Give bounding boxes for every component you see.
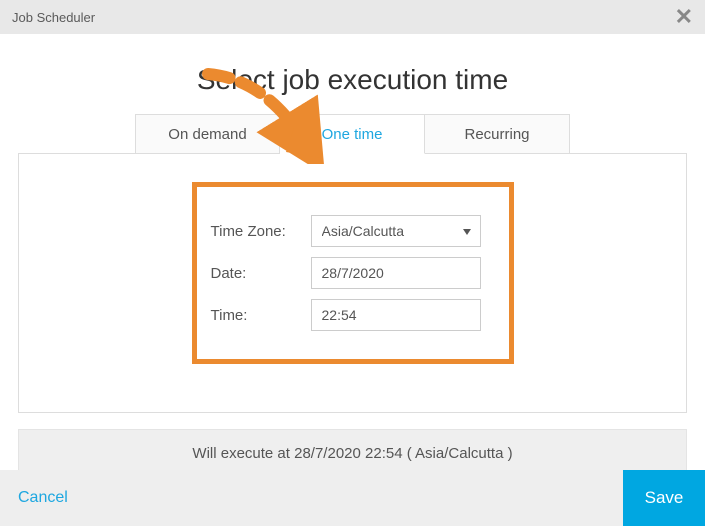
dialog-title: Job Scheduler bbox=[12, 10, 95, 25]
save-button[interactable]: Save bbox=[623, 470, 705, 526]
tab-label: Recurring bbox=[464, 126, 529, 143]
status-text: Will execute at 28/7/2020 22:54 ( Asia/C… bbox=[192, 445, 512, 462]
timezone-row: Time Zone: bbox=[211, 215, 481, 247]
date-row: Date: bbox=[211, 257, 481, 289]
timezone-select[interactable] bbox=[311, 215, 481, 247]
tab-label: One time bbox=[322, 126, 383, 143]
tab-panel: Time Zone: Date: Time: bbox=[18, 153, 687, 413]
date-label: Date: bbox=[211, 265, 311, 282]
time-label: Time: bbox=[211, 307, 311, 324]
time-row: Time: bbox=[211, 299, 481, 331]
tab-label: On demand bbox=[168, 126, 246, 143]
close-icon[interactable]: ✕ bbox=[675, 6, 693, 28]
date-input[interactable] bbox=[311, 257, 481, 289]
tab-recurring[interactable]: Recurring bbox=[425, 114, 570, 154]
time-input[interactable] bbox=[311, 299, 481, 331]
tab-on-demand[interactable]: On demand bbox=[135, 114, 280, 154]
page-title: Select job execution time bbox=[18, 64, 687, 96]
dialog-footer: Cancel Save bbox=[0, 470, 705, 526]
tab-one-time[interactable]: One time bbox=[280, 114, 425, 154]
form-highlight-box: Time Zone: Date: Time: bbox=[192, 182, 514, 364]
timezone-value[interactable] bbox=[311, 215, 481, 247]
dialog-content: Select job execution time On demand One … bbox=[0, 34, 705, 477]
tab-bar: On demand One time Recurring bbox=[18, 114, 687, 154]
dialog-header: Job Scheduler ✕ bbox=[0, 0, 705, 34]
timezone-label: Time Zone: bbox=[211, 223, 311, 240]
cancel-button[interactable]: Cancel bbox=[18, 489, 68, 507]
